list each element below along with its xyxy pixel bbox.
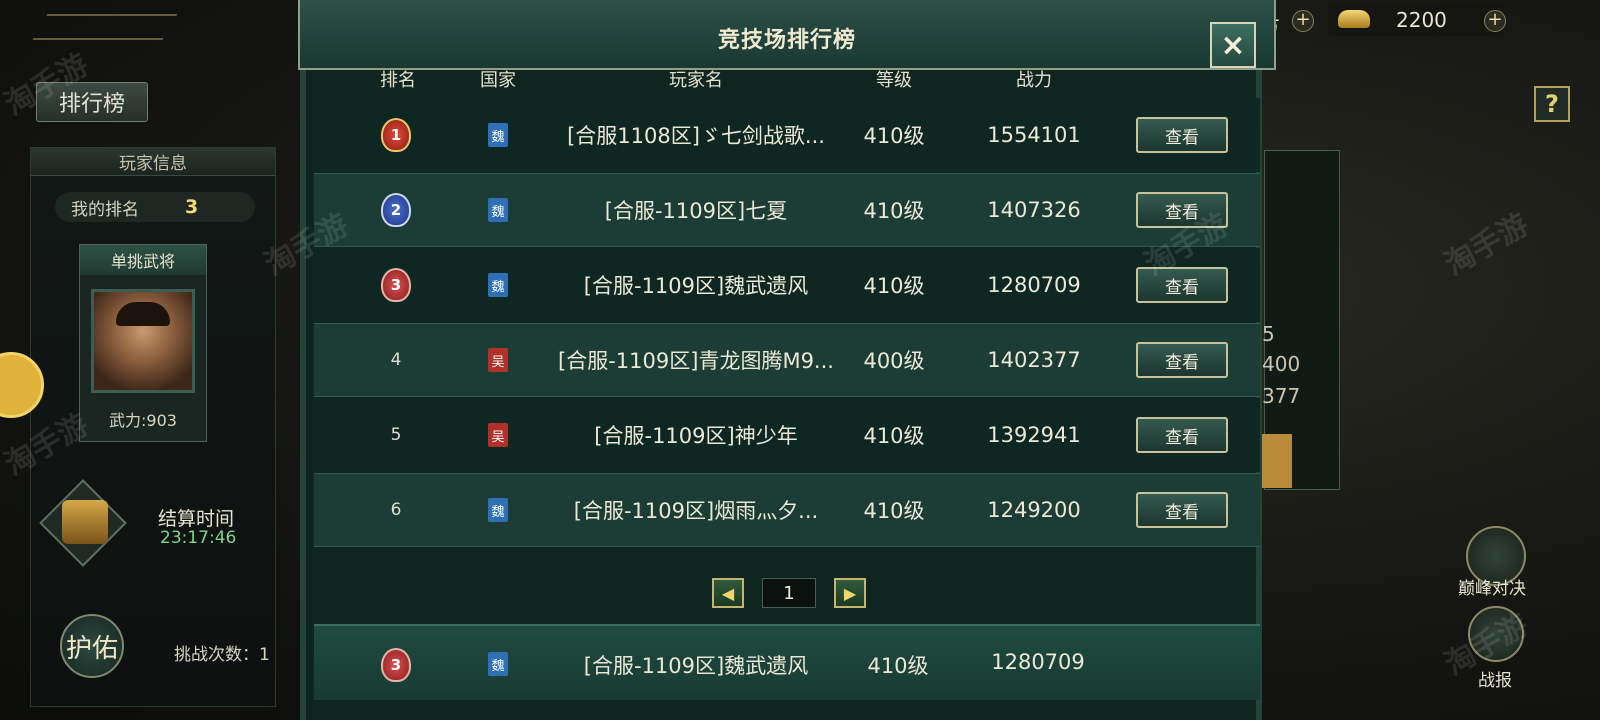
right-fragment-2: 400 — [1262, 352, 1301, 376]
player-name: [合服-1109区]青龙图腾M9... — [558, 349, 834, 373]
player-power: 1280709 — [987, 273, 1081, 297]
arena-ranking-modal: 竞技场排行榜 × 排名 国家 玩家名 等级 战力 1 魏 [合服1108区]ゞ七… — [298, 0, 1276, 720]
player-name: [合服-1109区]魏武遗风 — [583, 654, 809, 678]
view-button[interactable]: 查看 — [1136, 117, 1228, 153]
top-left-ornament — [32, 14, 178, 40]
player-level: 410级 — [863, 274, 925, 298]
table-row: 3 魏 [合服-1109区]魏武遗风 410级 1280709 查看 — [314, 248, 1260, 322]
table-row: 2 魏 [合服-1109区]七夏 410级 1407326 查看 — [314, 173, 1260, 247]
column-level: 等级 — [876, 70, 912, 91]
player-info-title: 玩家信息 — [31, 148, 275, 176]
player-power: 1554101 — [987, 123, 1081, 147]
table-row: 4 吴 [合服-1109区]青龙图腾M9... 400级 1402377 查看 — [314, 323, 1260, 397]
table-row: 5 吴 [合服-1109区]神少年 410级 1392941 查看 — [314, 398, 1260, 472]
help-button[interactable]: ? — [1534, 86, 1570, 122]
player-level: 410级 — [863, 424, 925, 448]
rank-number: 6 — [390, 500, 402, 520]
player-name: [合服-1109区]神少年 — [594, 424, 798, 448]
view-button[interactable]: 查看 — [1136, 492, 1228, 528]
view-button[interactable]: 查看 — [1136, 342, 1228, 378]
player-level: 410级 — [867, 654, 929, 678]
player-name: [合服-1109区]魏武遗风 — [583, 274, 809, 298]
table-row: 1 魏 [合服1108区]ゞ七剑战歌... 410级 1554101 查看 — [314, 98, 1260, 172]
challenge-count: 挑战次数：1 — [174, 645, 270, 665]
player-level: 410级 — [863, 124, 925, 148]
column-rank: 排名 — [380, 70, 416, 91]
table-row: 6 魏 [合服-1109区]烟雨灬夕... 410级 1249200 查看 — [314, 473, 1260, 547]
gold-ingot-icon — [1338, 10, 1370, 28]
view-button[interactable]: 查看 — [1136, 417, 1228, 453]
rank-2-medal-icon: 2 — [381, 193, 411, 227]
right-fragment-3: 377 — [1262, 384, 1301, 408]
rank-number: 5 — [390, 425, 402, 445]
right-button-fragment — [1262, 434, 1292, 488]
right-fragment-1: 5 — [1262, 322, 1275, 346]
column-power: 战力 — [1016, 70, 1052, 91]
close-icon[interactable]: × — [1210, 22, 1256, 68]
rank-1-medal-icon: 1 — [381, 118, 411, 152]
nation-wei-badge: 魏 — [488, 123, 508, 147]
player-power: 1249200 — [987, 498, 1081, 522]
previous-page-button[interactable]: ◀ — [712, 578, 744, 608]
player-level: 410级 — [863, 499, 925, 523]
watermark: 淘手游 — [1439, 207, 1535, 283]
rank-number: 4 — [390, 350, 402, 370]
my-rank-label: 我的排名 — [71, 199, 139, 220]
nation-wei-badge: 魏 — [488, 498, 508, 522]
nation-wu-badge: 吴 — [488, 423, 508, 447]
player-level: 410级 — [863, 199, 925, 223]
nation-wei-badge: 魏 — [488, 273, 508, 297]
player-level: 400级 — [863, 349, 925, 373]
my-rank-box: 我的排名 3 — [55, 192, 255, 222]
my-rank-value: 3 — [185, 196, 199, 218]
settle-time-value: 23:17:46 — [160, 528, 237, 548]
nation-wei-badge: 魏 — [488, 652, 508, 676]
add-currency-button[interactable]: + — [1292, 10, 1314, 32]
column-nation: 国家 — [480, 70, 516, 91]
nation-wu-badge: 吴 — [488, 348, 508, 372]
player-power: 1407326 — [987, 198, 1081, 222]
nation-wei-badge: 魏 — [488, 198, 508, 222]
general-portrait[interactable] — [91, 289, 195, 393]
duel-general-title: 单挑武将 — [80, 245, 206, 275]
page-number: 1 — [762, 578, 816, 608]
peak-duel-label[interactable]: 巅峰对决 — [1458, 574, 1526, 599]
duel-general-card[interactable]: 单挑武将 武力:903 — [79, 244, 207, 442]
gold-amount: 2200 — [1396, 8, 1447, 32]
player-power: 1280709 — [991, 650, 1085, 674]
settle-time-label: 结算时间 — [158, 508, 235, 530]
player-power: 1402377 — [987, 348, 1081, 372]
player-name: [合服-1109区]七夏 — [604, 199, 788, 223]
player-name: [合服-1109区]烟雨灬夕... — [573, 499, 819, 523]
general-power: 武力:903 — [109, 411, 177, 430]
modal-title: 竞技场排行榜 — [717, 28, 856, 53]
add-gold-button[interactable]: + — [1484, 10, 1506, 32]
my-ranking-row: 3 魏 [合服-1109区]魏武遗风 410级 1280709 — [314, 624, 1260, 700]
battle-report-label[interactable]: 战报 — [1478, 666, 1512, 691]
player-name: [合服1108区]ゞ七剑战歌... — [567, 124, 825, 148]
player-power: 1392941 — [987, 423, 1081, 447]
column-player-name: 玩家名 — [669, 70, 723, 91]
treasure-chest-icon[interactable] — [62, 500, 108, 544]
next-page-button[interactable]: ▶ — [834, 578, 866, 608]
guard-button[interactable]: 护佑 — [60, 614, 124, 678]
rank-3-medal-icon: 3 — [381, 268, 411, 302]
rank-3-medal-icon: 3 — [381, 648, 411, 682]
